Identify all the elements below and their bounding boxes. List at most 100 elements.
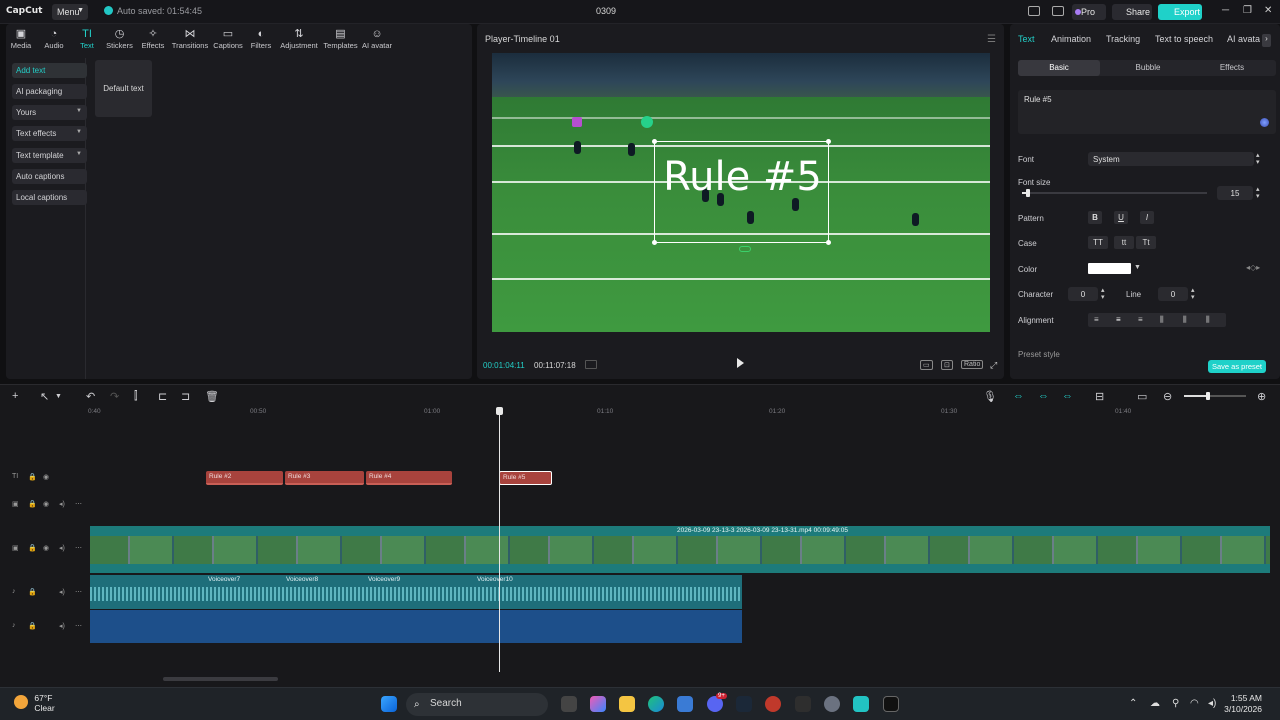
edge-icon[interactable] — [648, 696, 664, 712]
font-select[interactable]: System — [1088, 152, 1254, 166]
menu-icon[interactable]: ☰ — [987, 34, 996, 45]
speaker-icon[interactable]: ◂) — [59, 544, 65, 552]
bold-button[interactable]: B — [1088, 211, 1102, 224]
eye-icon[interactable]: ◉ — [43, 544, 49, 552]
tab-templates[interactable]: ▤ Templates — [322, 28, 359, 50]
more-icon[interactable]: ⋯ — [75, 588, 82, 596]
lowercase-button[interactable]: tt — [1114, 236, 1134, 249]
font-size-slider[interactable] — [1022, 189, 1207, 197]
subtab-effects[interactable]: Effects — [1192, 60, 1272, 76]
file-explorer-icon[interactable] — [619, 696, 635, 712]
task-view-icon[interactable] — [561, 696, 577, 712]
zoom-slider-handle[interactable] — [1206, 392, 1210, 400]
speaker-icon[interactable]: ◂) — [59, 622, 65, 630]
save-as-preset-button[interactable]: Save as preset — [1208, 360, 1266, 373]
tab-adjustment[interactable]: ⇅ Adjustment — [279, 28, 319, 50]
zoom-out-icon[interactable]: ⊖ — [1163, 390, 1172, 403]
tab-captions[interactable]: ▭ Captions — [211, 28, 245, 50]
tab-media[interactable]: ▣ Media — [10, 28, 32, 50]
vertical-align-center-icon[interactable]: ⫼ — [1183, 315, 1187, 325]
keyframe-icon[interactable]: ◂◇▸ — [1246, 263, 1260, 272]
fullscreen-icon[interactable]: ⤢ — [990, 360, 997, 371]
lock-icon[interactable]: 🔒 — [28, 500, 37, 508]
italic-button[interactable]: I — [1140, 211, 1154, 224]
sidebar-item-yours[interactable]: Yours ▼ — [12, 105, 87, 120]
taskbar-clock[interactable]: 1:55 AM 3/10/2026 — [1224, 693, 1262, 715]
app-icon[interactable] — [795, 696, 811, 712]
ratio-button[interactable]: Ratio — [961, 360, 984, 369]
auto-snap-icon[interactable]: ⇔ — [1038, 390, 1049, 402]
tab-filters[interactable]: ◐ Filters — [249, 28, 273, 50]
fullscreen-preview-icon[interactable]: ▭ — [920, 360, 933, 370]
preview-axis-icon[interactable]: ⊟ — [1095, 390, 1104, 403]
resize-handle[interactable] — [826, 240, 831, 245]
resize-handle[interactable] — [652, 139, 657, 144]
font-size-input[interactable]: 15 — [1217, 186, 1253, 200]
line-spacing-input[interactable]: 0 — [1158, 287, 1188, 301]
add-track-icon[interactable]: + — [12, 390, 18, 402]
menu-button[interactable]: Menu ▼ — [52, 4, 88, 20]
align-left-icon[interactable]: ≡ — [1094, 315, 1099, 324]
capcut-icon[interactable] — [883, 696, 899, 712]
steam-icon[interactable] — [736, 696, 752, 712]
split-icon[interactable]: ⫿ — [134, 390, 138, 403]
text-selection-box[interactable]: Rule #5 — [652, 139, 831, 245]
character-spacing-input[interactable]: 0 — [1068, 287, 1098, 301]
tab-animation[interactable]: Animation — [1051, 34, 1091, 44]
speaker-icon[interactable]: ◂) — [59, 588, 65, 596]
voiceover-clip-label[interactable]: Voiceover9 — [368, 576, 400, 583]
timeline-grid-icon[interactable] — [585, 360, 597, 369]
more-icon[interactable]: ⋯ — [75, 544, 82, 552]
video-preview[interactable]: Rule #5 — [492, 53, 990, 332]
tab-effects[interactable]: ✧ Effects — [139, 28, 167, 50]
tab-stickers[interactable]: ◷ Stickers — [105, 28, 134, 50]
rotate-handle-icon[interactable] — [739, 246, 751, 252]
sidebar-item-text-effects[interactable]: Text effects ▼ — [12, 126, 87, 141]
underline-button[interactable]: U — [1114, 211, 1128, 224]
caption-toggle-icon[interactable]: ▭ — [1137, 390, 1147, 403]
playhead[interactable] — [496, 407, 503, 672]
vertical-align-bottom-icon[interactable]: ⫼ — [1206, 315, 1210, 325]
default-text-card[interactable]: Default text — [95, 60, 152, 117]
tab-tracking[interactable]: Tracking — [1106, 34, 1140, 44]
share-button[interactable]: Share — [1112, 4, 1152, 20]
tab-ai-avatar-props[interactable]: AI avatar — [1227, 34, 1260, 44]
align-right-icon[interactable]: ≡ — [1138, 315, 1143, 324]
export-button[interactable]: Export — [1158, 4, 1202, 20]
more-icon[interactable]: ⋯ — [75, 500, 82, 508]
vertical-align-top-icon[interactable]: ⫼ — [1160, 315, 1164, 325]
onedrive-icon[interactable]: ☁ — [1150, 698, 1160, 709]
eye-icon[interactable]: ◉ — [43, 500, 49, 508]
undo-icon[interactable]: ↶ — [86, 390, 95, 403]
ai-writer-icon[interactable] — [1260, 118, 1269, 127]
tab-ai-avatar[interactable]: ☺ AI avatar — [361, 28, 393, 50]
chevron-up-icon[interactable]: ⌃ — [1129, 698, 1137, 709]
lock-icon[interactable]: 🔒 — [28, 544, 37, 552]
font-stepper-icon[interactable]: ▴ ▾ — [1256, 152, 1260, 166]
line-stepper-icon[interactable]: ▴ ▾ — [1191, 287, 1195, 301]
record-app-icon[interactable] — [765, 696, 781, 712]
voiceover-clip-label[interactable]: Voiceover10 — [477, 576, 513, 583]
zoom-in-icon[interactable]: ⊕ — [1257, 390, 1266, 403]
text-clip[interactable]: Rule #2 — [206, 471, 283, 485]
delete-icon[interactable]: 🗑 — [205, 390, 219, 403]
uppercase-button[interactable]: TT — [1088, 236, 1108, 249]
store-icon[interactable] — [677, 696, 693, 712]
split-right-icon[interactable]: ⊐ — [181, 390, 190, 403]
sidebar-item-text-template[interactable]: Text template ▼ — [12, 148, 87, 163]
close-icon[interactable]: ✕ — [1264, 5, 1272, 16]
tab-text-to-speech[interactable]: Text to speech — [1155, 34, 1213, 44]
pro-button[interactable]: Pro — [1072, 4, 1106, 20]
tab-text-props[interactable]: Text — [1018, 34, 1035, 44]
zoom-slider[interactable] — [1184, 392, 1246, 400]
lock-icon[interactable]: 🔒 — [28, 588, 37, 596]
voiceover-clip-label[interactable]: Voiceover8 — [286, 576, 318, 583]
align-center-icon[interactable]: ≡ — [1116, 315, 1121, 324]
text-content-field[interactable]: Rule #5 — [1018, 90, 1276, 134]
text-clip[interactable]: Rule #3 — [285, 471, 364, 485]
sidebar-item-local-captions[interactable]: Local captions — [12, 190, 87, 205]
chevron-down-icon[interactable]: ▼ — [1134, 264, 1141, 271]
split-left-icon[interactable]: ⊏ — [158, 390, 167, 403]
font-size-stepper-icon[interactable]: ▴ ▾ — [1256, 186, 1260, 200]
lock-icon[interactable]: 🔒 — [28, 473, 37, 481]
